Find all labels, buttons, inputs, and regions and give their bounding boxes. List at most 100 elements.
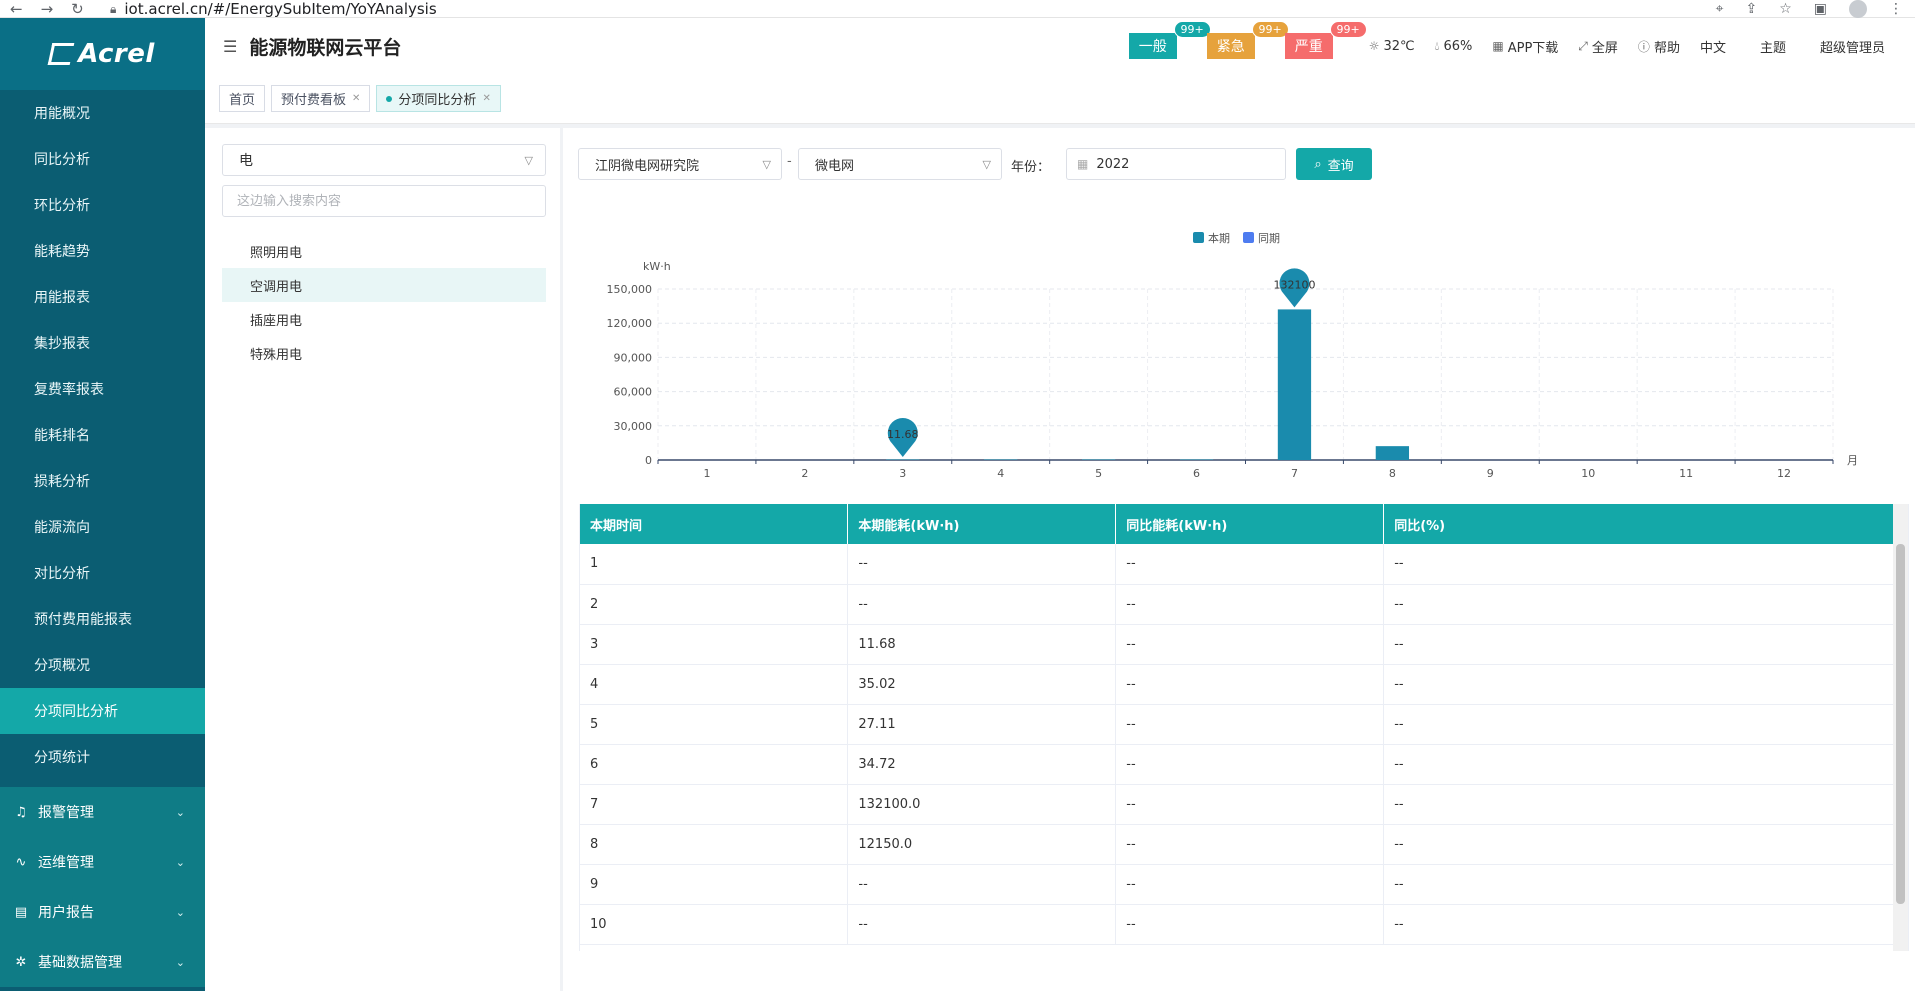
user-menu[interactable]: 超级管理员 — [1820, 37, 1885, 56]
sidebar-group-label: 运维管理 — [38, 855, 94, 871]
x-tick-label: 4 — [997, 467, 1004, 480]
analysis-panel: 江阴微电网研究院 ▽ - 微电网 ▽ 年份： ▦ 2022 ⌕ 查询 本期 同期 k… — [563, 128, 1915, 991]
sidebar-item[interactable]: 环比分析 — [0, 182, 205, 228]
reload-icon[interactable]: ↻ — [71, 0, 84, 18]
sidebar-group[interactable]: ✲ 基础数据管理 ⌄ — [0, 937, 205, 987]
energy-type-select[interactable]: 电 ▽ — [222, 144, 546, 176]
tree-search-input[interactable] — [222, 185, 546, 217]
app-download-button[interactable]: ▦ APP下载 — [1492, 37, 1558, 56]
browser-nav: ← → ↻ — [0, 0, 84, 18]
y-tick-label: 90,000 — [614, 351, 653, 364]
table-scrollbar[interactable] — [1893, 504, 1908, 951]
language-button[interactable]: 中文 — [1700, 37, 1726, 56]
sidebar-item[interactable]: 用能报表 — [0, 274, 205, 320]
column-header[interactable]: 本期时间 — [580, 504, 849, 544]
sidebar-item[interactable]: 复费率报表 — [0, 366, 205, 412]
site-select[interactable]: 江阴微电网研究院 ▽ — [578, 148, 782, 180]
sidebar-group-left: ∿ 运维管理 — [14, 852, 94, 872]
table-cell: -- — [1383, 824, 1895, 865]
column-header[interactable]: 同比(%) — [1383, 504, 1895, 544]
sidebar-item[interactable]: 分项统计 — [0, 734, 205, 780]
location-icon[interactable]: ⌖ — [1716, 1, 1724, 17]
table-cell: -- — [1383, 864, 1895, 905]
sidebar-item[interactable]: 能源流向 — [0, 504, 205, 550]
back-arrow-icon[interactable]: ← — [10, 0, 23, 18]
tab-prepaid-board[interactable]: 预付费看板 ✕ — [271, 85, 371, 112]
header-actions: 一般 99+ 紧急 99+ 严重 99+ ☼ 32℃ 💧︎ 66% ▦ APP下… — [1128, 18, 1885, 74]
table-header-row: 本期时间 本期能耗(kW·h) 同比能耗(kW·h) 同比(%) — [580, 504, 1895, 544]
legend-swatch — [1193, 232, 1204, 243]
close-icon[interactable]: ✕ — [352, 93, 360, 104]
alarm-normal-button[interactable]: 一般 99+ — [1128, 21, 1211, 59]
logo[interactable]: Acrel — [0, 18, 205, 90]
alarm-urgent-button[interactable]: 紧急 99+ — [1206, 21, 1289, 59]
active-dot-icon — [386, 95, 393, 102]
x-tick-label: 7 — [1291, 467, 1298, 480]
fullscreen-label: 全屏 — [1591, 40, 1618, 56]
tree-node-lighting[interactable]: 照明用电 — [222, 234, 546, 268]
address-bar[interactable]: 🔒︎ iot.acrel.cn/#/EnergySubItem/YoYAnaly… — [110, 0, 437, 18]
share-icon[interactable]: ⇪ — [1745, 1, 1757, 17]
network-select[interactable]: 微电网 ▽ — [798, 148, 1002, 180]
sidebar-item[interactable]: 对比分析 — [0, 550, 205, 596]
chevron-down-icon: ▽ — [524, 153, 533, 167]
tree-node-air-conditioning[interactable]: 空调用电 — [222, 268, 546, 302]
sidebar-item[interactable]: 分项概况 — [0, 642, 205, 688]
help-icon: ⓘ — [1637, 39, 1650, 54]
sidebar-item[interactable]: 集抄报表 — [0, 320, 205, 366]
table-cell: -- — [1115, 624, 1385, 665]
droplet-icon: 💧︎ — [1434, 38, 1440, 53]
scrollbar-thumb[interactable] — [1896, 544, 1905, 904]
x-tick-label: 1 — [703, 467, 710, 480]
column-header[interactable]: 同比能耗(kW·h) — [1115, 504, 1385, 544]
sidebar-item[interactable]: 用能概况 — [0, 90, 205, 136]
year-picker[interactable]: ▦ 2022 — [1066, 148, 1286, 180]
avatar[interactable] — [1849, 0, 1867, 18]
table-cell: 6 — [580, 744, 849, 785]
sidepanel-icon[interactable]: ▣ — [1814, 1, 1827, 17]
tree-node-special[interactable]: 特殊用电 — [222, 336, 546, 370]
table-cell: -- — [847, 864, 1117, 905]
query-button[interactable]: ⌕ 查询 — [1296, 148, 1372, 180]
menu-toggle-icon[interactable]: ☰ — [223, 37, 237, 56]
sidebar-group[interactable]: ∿ 运维管理 ⌄ — [0, 837, 205, 887]
close-icon[interactable]: ✕ — [482, 93, 490, 104]
help-button[interactable]: ⓘ 帮助 — [1638, 37, 1680, 56]
sidebar-group[interactable]: ♫ 报警管理 ⌄ — [0, 787, 205, 837]
sidebar-item[interactable]: 损耗分析 — [0, 458, 205, 504]
x-tick-label: 12 — [1777, 467, 1791, 480]
sidebar-item[interactable]: 预付费用能报表 — [0, 596, 205, 642]
more-icon[interactable]: ⋮ — [1889, 1, 1903, 17]
legend-label: 同期 — [1258, 232, 1280, 245]
table-cell: -- — [1383, 704, 1895, 745]
table-cell: -- — [1383, 664, 1895, 705]
alarm-serious-button[interactable]: 严重 99+ — [1284, 21, 1367, 59]
sidebar-item[interactable]: 能耗排名 — [0, 412, 205, 458]
column-header[interactable]: 本期能耗(kW·h) — [847, 504, 1117, 544]
star-icon[interactable]: ☆ — [1779, 1, 1792, 17]
table-cell: 27.11 — [847, 704, 1117, 745]
fullscreen-button[interactable]: ⤢ 全屏 — [1578, 37, 1618, 56]
table-cell: 12150.0 — [847, 824, 1117, 865]
forward-arrow-icon[interactable]: → — [41, 0, 54, 18]
browser-actions: ⌖ ⇪ ☆ ▣ ⋮ — [1716, 0, 1903, 18]
data-table-container: 本期时间 本期能耗(kW·h) 同比能耗(kW·h) 同比(%) 1 -- -- -- 2 --… — [579, 504, 1909, 951]
table-cell: -- — [847, 904, 1117, 945]
tab-subitem-yoy[interactable]: 分项同比分析 ✕ — [376, 85, 501, 112]
tree-node-socket[interactable]: 插座用电 — [222, 302, 546, 336]
url-text[interactable]: iot.acrel.cn/#/EnergySubItem/YoYAnalysis — [124, 0, 436, 18]
sidebar-item[interactable]: 同比分析 — [0, 136, 205, 182]
alarm-serious-label: 严重 — [1294, 39, 1323, 55]
sidebar-group-label: 用户报告 — [38, 905, 94, 921]
theme-button[interactable]: 主题 — [1760, 37, 1786, 56]
tab-home[interactable]: 首页 — [219, 85, 266, 112]
temperature-value: 32℃ — [1383, 38, 1415, 54]
table-cell: 132100.0 — [847, 784, 1117, 825]
sidebar-item[interactable]: 能耗趋势 — [0, 228, 205, 274]
temperature-readout: ☼ 32℃ — [1369, 39, 1415, 54]
chart-bar — [1081, 459, 1116, 460]
sidebar-group[interactable]: ▤ 用户报告 ⌄ — [0, 887, 205, 937]
energy-type-value: 电 — [239, 153, 253, 169]
table-cell: 9 — [580, 864, 849, 905]
sidebar-item[interactable]: 分项同比分析 — [0, 688, 205, 734]
